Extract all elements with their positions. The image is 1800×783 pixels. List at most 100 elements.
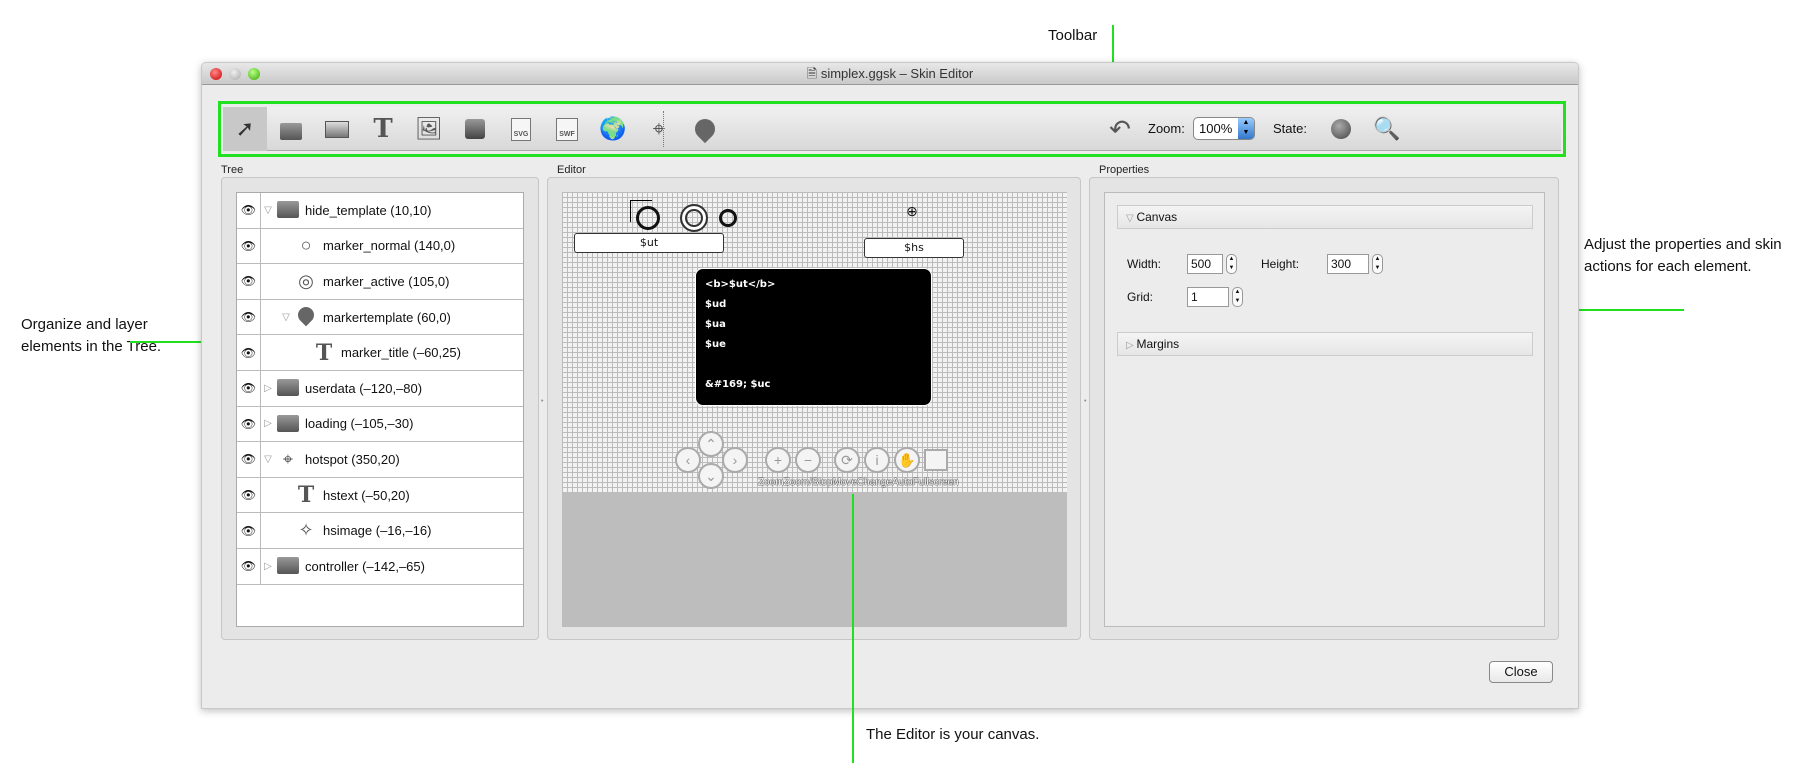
close-window-button[interactable] <box>210 68 222 80</box>
move-mode-icon[interactable]: ✋ <box>894 447 920 473</box>
info-line: &#169; $uc <box>705 379 771 390</box>
rectangle-tool-button[interactable] <box>315 107 359 151</box>
tree-item[interactable]: 👁 ▷ userdata (–120,–80) <box>237 370 523 407</box>
folder-icon <box>275 199 301 221</box>
tree-item-label: marker_active (105,0) <box>323 273 450 289</box>
visibility-eye-icon[interactable]: 👁 <box>237 335 261 370</box>
state-circle-icon <box>1331 119 1351 139</box>
grid-field[interactable]: 1 <box>1187 287 1229 307</box>
text-tool-button[interactable]: T <box>361 107 405 151</box>
double-ring-icon: ◎ <box>298 270 314 291</box>
tree-item-label: hotspot (350,20) <box>305 451 400 467</box>
preview-button[interactable]: 🔍 <box>1365 107 1409 151</box>
grid-stepper[interactable]: ▲ ▼ <box>1232 287 1243 307</box>
minimize-window-button[interactable] <box>229 68 241 80</box>
map-tool-button[interactable]: 🌍 <box>591 107 635 151</box>
hsimage-icon[interactable]: ⊕ <box>902 203 922 223</box>
info-popup[interactable]: <b>$ut</b> $ud $ua $ue &#169; $uc <box>695 268 932 406</box>
button-tool-button[interactable] <box>453 107 497 151</box>
expand-triangle-icon[interactable]: ▽ <box>261 205 275 216</box>
height-stepper[interactable]: ▲ ▼ <box>1372 254 1383 274</box>
splitter-handle[interactable]: • <box>1084 398 1086 405</box>
close-button[interactable]: Close <box>1489 661 1553 683</box>
nav-down-icon[interactable]: ⌄ <box>698 463 724 489</box>
visibility-eye-icon[interactable]: 👁 <box>237 228 261 264</box>
height-field[interactable]: 300 <box>1327 254 1369 274</box>
expand-triangle-icon[interactable]: ▽ <box>261 454 275 465</box>
marker-active-ring[interactable] <box>680 204 708 232</box>
tree-item-label: userdata (–120,–80) <box>305 380 423 396</box>
editor-label: Editor <box>557 164 586 176</box>
width-field[interactable]: 500 <box>1187 254 1223 274</box>
zoom-in-icon[interactable]: + <box>765 447 791 473</box>
button-icon <box>465 119 485 139</box>
marker-ring[interactable] <box>719 209 737 227</box>
tree-item-label: controller (–142,–65) <box>305 558 425 574</box>
svg-tool-button[interactable]: SVG <box>499 107 543 151</box>
undo-icon: ↶ <box>1109 113 1131 144</box>
expand-triangle-icon[interactable]: ▷ <box>261 418 275 429</box>
visibility-eye-icon[interactable]: 👁 <box>237 548 261 584</box>
tree-item[interactable]: 👁 ✧ hsimage (–16,–16) <box>237 513 523 549</box>
visibility-eye-icon[interactable]: 👁 <box>237 370 261 406</box>
select-tool-button[interactable]: ➚ <box>223 107 267 151</box>
tree-item[interactable]: 👁 ▽ hide_template (10,10) <box>237 193 523 229</box>
expand-triangle-icon[interactable]: ▷ <box>261 561 275 572</box>
fullscreen-icon[interactable] <box>924 449 948 471</box>
tree-item[interactable]: 👁 ▷ loading (–105,–30) <box>237 406 523 443</box>
state-select-button[interactable] <box>1319 107 1363 151</box>
zoom-out-icon[interactable]: − <box>795 447 821 473</box>
info-line <box>705 355 922 375</box>
zoom-window-button[interactable] <box>248 68 260 80</box>
swf-tool-button[interactable]: SWF <box>545 107 589 151</box>
image-icon: 🖼 <box>415 116 443 141</box>
tree-item[interactable]: 👁 ▽ ⌖ hotspot (350,20) <box>237 442 523 478</box>
canvas-section-header[interactable]: ▽ Canvas <box>1117 205 1533 229</box>
expand-triangle-icon[interactable]: ▽ <box>279 312 293 323</box>
visibility-eye-icon[interactable]: 👁 <box>237 442 261 477</box>
margins-section-header[interactable]: ▷ Margins <box>1117 332 1533 356</box>
tree-item[interactable]: 👁 Thstext (–50,20) <box>237 477 523 514</box>
autorotate-icon[interactable]: ⟳ <box>834 447 860 473</box>
visibility-eye-icon[interactable]: 👁 <box>237 299 261 335</box>
editor-canvas[interactable]: $ut ⊕ $hs <b>$ut</b> $ud $ua $ue &#169; $uc … <box>562 192 1067 492</box>
width-stepper[interactable]: ▲ ▼ <box>1226 254 1237 274</box>
tree-item-label: marker_normal (140,0) <box>323 238 456 254</box>
info-line: <b>$ut</b> <box>705 279 776 290</box>
visibility-eye-icon[interactable]: 👁 <box>237 513 261 548</box>
visibility-eye-icon[interactable]: 👁 <box>237 406 261 442</box>
tree-item[interactable]: 👁 ◎ marker_active (105,0) <box>237 264 523 300</box>
tree-item[interactable]: 👁 ▽ markertemplate (60,0) <box>237 299 523 336</box>
container-tool-button[interactable] <box>269 107 313 151</box>
info-icon[interactable]: i <box>864 447 890 473</box>
nav-up-icon[interactable]: ⌃ <box>698 431 724 457</box>
annotation-tree: Organize and layer elements in the Tree. <box>21 316 162 355</box>
hotspot-tool-button[interactable]: ⌖ <box>637 107 681 151</box>
image-tool-button[interactable]: 🖼 <box>407 107 451 151</box>
visibility-eye-icon[interactable]: 👁 <box>237 477 261 513</box>
splitter-handle[interactable]: • <box>541 398 543 405</box>
text-icon: T <box>373 114 393 144</box>
visibility-eye-icon[interactable]: 👁 <box>237 193 261 228</box>
marker-tool-button[interactable] <box>683 107 727 151</box>
nav-right-icon[interactable]: › <box>722 447 748 473</box>
tree-item[interactable]: 👁 ▷ controller (–142,–65) <box>237 548 523 585</box>
text-icon: T <box>297 482 315 509</box>
hsimage-icon: ✧ <box>298 520 314 541</box>
tree-item[interactable]: 👁 Tmarker_title (–60,25) <box>237 335 523 371</box>
nav-left-icon[interactable]: ‹ <box>675 447 701 473</box>
ut-label[interactable]: $ut <box>574 233 724 253</box>
visibility-eye-icon[interactable]: 👁 <box>237 264 261 299</box>
undo-button[interactable]: ↶ <box>1098 107 1142 151</box>
folder-icon <box>275 413 301 435</box>
magnifier-icon: 🔍 <box>1373 116 1401 141</box>
editor-panel: $ut ⊕ $hs <b>$ut</b> $ud $ua $ue &#169; $uc … <box>547 177 1081 640</box>
hs-label[interactable]: $hs <box>864 238 964 258</box>
expand-triangle-icon[interactable]: ▷ <box>261 383 275 394</box>
zoom-select[interactable]: 100% ▲ ▼ <box>1193 117 1255 140</box>
svg-file-icon: SVG <box>510 117 532 141</box>
tree-item[interactable]: 👁 ○ marker_normal (140,0) <box>237 228 523 265</box>
grid-label: Grid: <box>1127 290 1154 304</box>
editor-area[interactable]: $ut ⊕ $hs <b>$ut</b> $ud $ua $ue &#169; $uc … <box>562 192 1067 627</box>
annotation-toolbar: Toolbar <box>1048 27 1098 44</box>
